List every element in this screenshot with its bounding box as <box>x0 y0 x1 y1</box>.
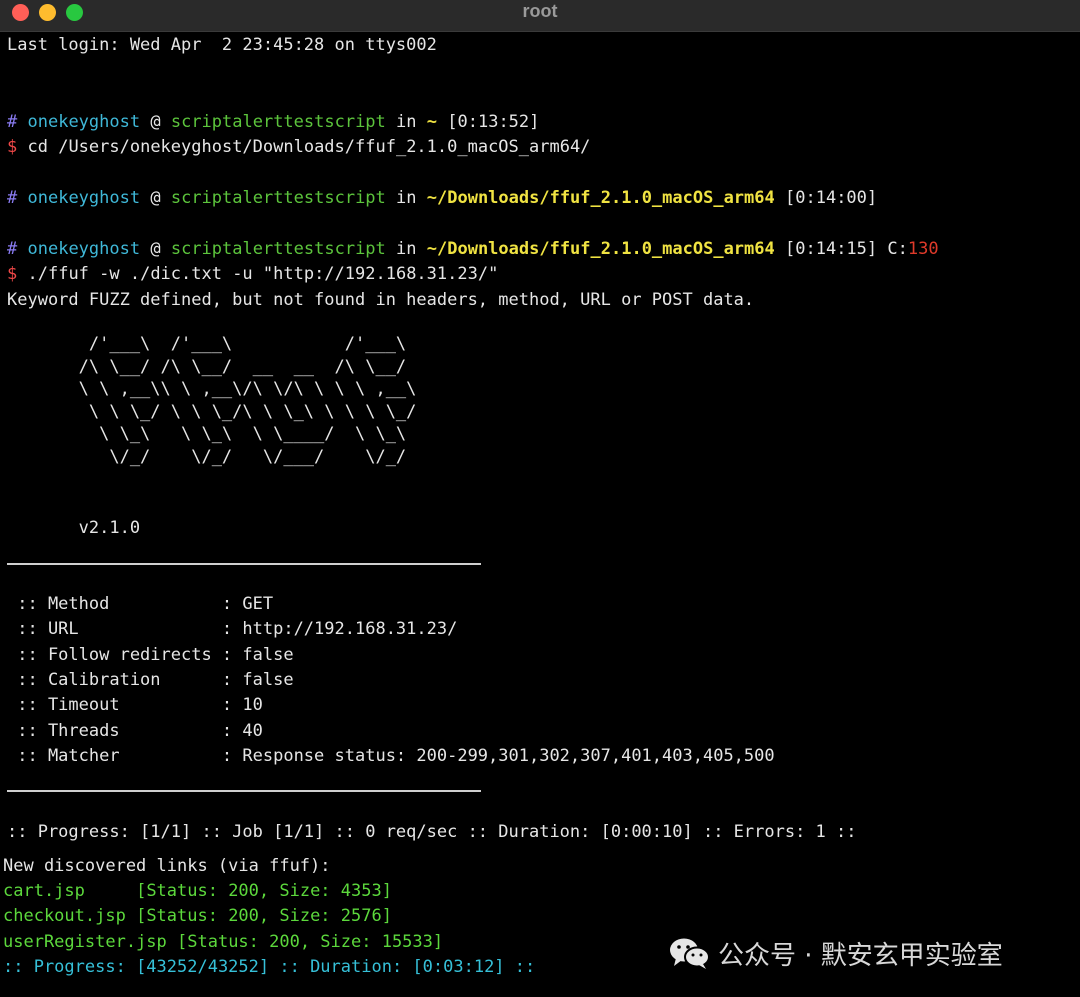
terminal-output[interactable]: Last login: Wed Apr 2 23:45:28 on ttys00… <box>0 33 1080 997</box>
discovered-link: cart.jsp [Status: 200, Size: 4353] <box>3 880 392 902</box>
prompt-time: [0:14:15] <box>785 239 878 259</box>
prompt-user: onekeyghost <box>27 188 141 208</box>
prompt-path: ~ <box>426 112 438 132</box>
command-text: ./ffuf -w ./dic.txt -u "http://192.168.3… <box>27 264 499 284</box>
link-status: [Status: 200, Size: 4353] <box>136 881 392 901</box>
config-line: :: Method : GET <box>7 594 274 614</box>
wechat-icon <box>670 938 710 969</box>
title-bar: root <box>0 0 1080 32</box>
prompt-hash: # <box>7 239 18 259</box>
prompt-dollar: $ <box>7 137 18 157</box>
prompt-host: scriptalerttestscript <box>170 188 386 208</box>
prompt-user: onekeyghost <box>27 239 141 259</box>
version-line: v2.1.0 <box>7 517 140 539</box>
config-line: :: Timeout : 10 <box>7 695 263 715</box>
prompt-dollar: $ <box>7 264 18 284</box>
command-line: $ cd /Users/onekeyghost/Downloads/ffuf_2… <box>7 136 590 158</box>
config-line: :: URL : http://192.168.31.23/ <box>7 619 458 639</box>
link-name: checkout.jsp <box>3 906 126 926</box>
window-title: root <box>522 1 558 21</box>
prompt-path: ~/Downloads/ffuf_2.1.0_macOS_arm64 <box>426 239 775 259</box>
config-line: :: Threads : 40 <box>7 721 263 741</box>
prompt-at: @ <box>150 112 161 132</box>
prompt-at: @ <box>150 239 161 259</box>
final-progress-prefix: :: Progress: <box>3 957 137 977</box>
discovered-link: userRegister.jsp [Status: 200, Size: 155… <box>3 931 443 953</box>
config-line: :: Calibration : false <box>7 670 294 690</box>
prompt-line: # onekeyghost @ scriptalerttestscript in… <box>7 238 939 260</box>
prompt-hash: # <box>7 188 18 208</box>
final-progress-line: :: Progress: [43252/43252] :: Duration: … <box>3 956 535 978</box>
link-name: cart.jsp <box>3 881 85 901</box>
watermark-text: 公众号 · 默安玄甲实验室 <box>718 940 1003 971</box>
command-text: cd /Users/onekeyghost/Downloads/ffuf_2.1… <box>27 137 591 157</box>
link-status: [Status: 200, Size: 2576] <box>136 906 392 926</box>
prompt-path: ~/Downloads/ffuf_2.1.0_macOS_arm64 <box>426 188 775 208</box>
prompt-user: onekeyghost <box>27 112 141 132</box>
prompt-hash: # <box>7 112 18 132</box>
command-line: $ ./ffuf -w ./dic.txt -u "http://192.168… <box>7 263 498 285</box>
final-progress-mid: :: Duration: <box>269 957 413 977</box>
final-progress-duration: [0:03:12] <box>412 957 505 977</box>
config-line: :: Follow redirects : false <box>7 645 294 665</box>
watermark: 公众号 · 默安玄甲实验室 <box>668 928 1003 978</box>
last-login-line: Last login: Wed Apr 2 23:45:28 on ttys00… <box>7 35 437 55</box>
prompt-time: [0:13:52] <box>447 112 540 132</box>
exit-code-label: C: <box>887 239 908 259</box>
prompt-in: in <box>396 239 417 259</box>
prompt-host: scriptalerttestscript <box>170 112 386 132</box>
link-status: [Status: 200, Size: 15533] <box>177 932 444 952</box>
prompt-time: [0:14:00] <box>785 188 878 208</box>
prompt-host: scriptalerttestscript <box>170 239 386 259</box>
exit-code: 130 <box>907 239 939 259</box>
link-name: userRegister.jsp <box>3 932 167 952</box>
progress-line: :: Progress: [1/1] :: Job [1/1] :: 0 req… <box>7 822 857 842</box>
divider <box>7 790 481 792</box>
version-text: v2.1.0 <box>78 518 141 538</box>
discovered-link: checkout.jsp [Status: 200, Size: 2576] <box>3 905 392 927</box>
ffuf-ascii-banner: /'___\ /'___\ /'___\ /\ \__/ /\ \__/ __ … <box>78 334 417 467</box>
prompt-in: in <box>396 188 417 208</box>
prompt-in: in <box>396 112 417 132</box>
config-line: :: Matcher : Response status: 200-299,30… <box>7 746 775 766</box>
prompt-line: # onekeyghost @ scriptalerttestscript in… <box>7 111 539 133</box>
final-progress-count: [43252/43252] <box>136 957 270 977</box>
discovered-header: New discovered links (via ffuf): <box>3 856 331 876</box>
divider <box>7 563 481 565</box>
prompt-at: @ <box>150 188 161 208</box>
prompt-line: # onekeyghost @ scriptalerttestscript in… <box>7 187 877 209</box>
warning-line: Keyword FUZZ defined, but not found in h… <box>7 290 755 310</box>
final-progress-suffix: :: <box>504 957 536 977</box>
